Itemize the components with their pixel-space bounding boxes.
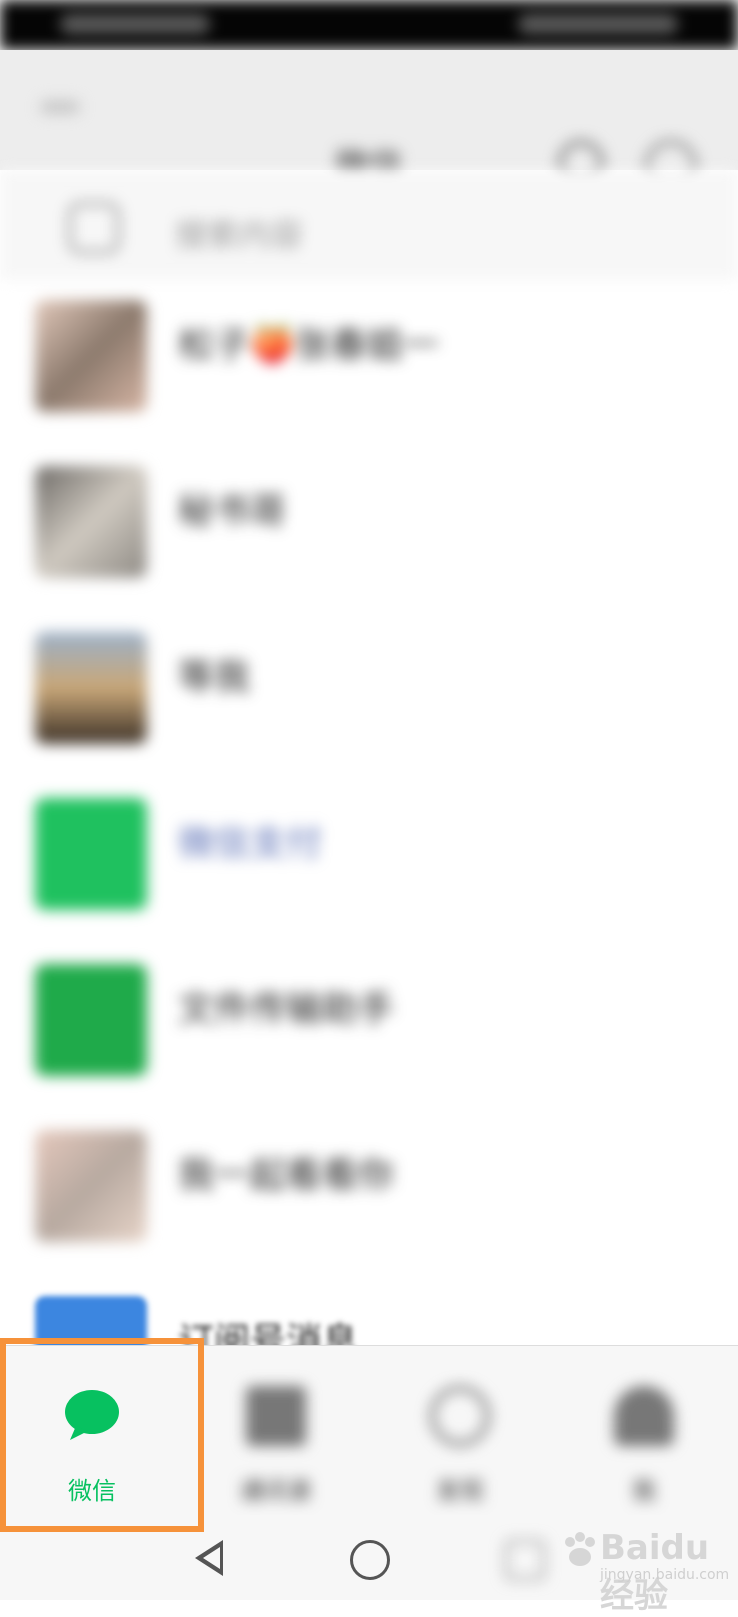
chat-name: 秘书哥 <box>178 491 287 532</box>
more-dots-icon[interactable] <box>40 100 80 114</box>
tab-me[interactable]: 我 <box>552 1346 736 1516</box>
tab-discover[interactable]: 发现 <box>368 1346 552 1516</box>
back-icon-inner <box>203 1547 220 1569</box>
watermark: Baidu经验 jingyan.baidu.com <box>560 1522 730 1616</box>
chat-name: 松子🍑张春姐一 <box>178 325 439 366</box>
search-placeholder: 搜索内容 <box>175 216 304 254</box>
chat-name: 等我 <box>178 657 251 698</box>
avatar <box>35 632 147 744</box>
watermark-sub: jingyan.baidu.com <box>600 1567 730 1583</box>
home-icon[interactable] <box>350 1540 390 1580</box>
highlight-box <box>0 1338 204 1532</box>
paw-icon <box>565 1532 595 1566</box>
chat-item[interactable]: 秘书哥 <box>0 446 738 612</box>
tab-label: 通讯录 <box>240 1477 312 1505</box>
chat-name: 我一起看看你 <box>178 1155 395 1196</box>
recents-icon[interactable] <box>505 1540 545 1580</box>
status-right-info <box>518 14 678 34</box>
compass-icon <box>430 1386 490 1446</box>
chat-name: 微信支付 <box>178 823 323 864</box>
chat-item[interactable]: 微信支付 <box>0 778 738 944</box>
chat-item[interactable]: 我一起看看你 <box>0 1110 738 1276</box>
chat-item[interactable]: 松子🍑张春姐一 <box>0 280 738 446</box>
search-bar[interactable]: 搜索内容 <box>0 170 738 280</box>
person-icon <box>614 1386 674 1446</box>
file-transfer-avatar <box>35 964 147 1076</box>
avatar <box>35 300 147 412</box>
tab-contacts[interactable]: 通讯录 <box>184 1346 368 1516</box>
chat-list: 松子🍑张春姐一 秘书哥 等我 微信支付 文件传输助手 我一起看看你 订阅号消息 <box>0 280 738 1442</box>
wechat-pay-avatar <box>35 798 147 910</box>
chat-item[interactable]: 等我 <box>0 612 738 778</box>
tab-label: 我 <box>632 1477 656 1505</box>
voice-icon[interactable] <box>68 202 120 254</box>
group-avatar <box>35 1130 147 1242</box>
tab-label: 发现 <box>436 1477 484 1505</box>
contacts-icon <box>246 1386 306 1446</box>
avatar <box>35 466 147 578</box>
status-bar <box>0 0 738 50</box>
chat-item[interactable]: 文件传输助手 <box>0 944 738 1110</box>
chat-name: 文件传输助手 <box>178 989 395 1030</box>
app-header: 微信 <box>0 50 738 192</box>
status-left-info <box>60 14 210 34</box>
